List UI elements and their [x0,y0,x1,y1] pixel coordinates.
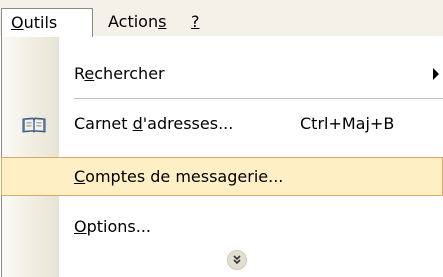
menu-item-options-label: Options... [74,217,151,236]
menu-help-label: ? [191,12,200,31]
menu-outils[interactable]: Outils [1,8,93,38]
menu-item-rechercher-label: Rechercher [74,64,165,83]
menu-item-carnet-adresses[interactable]: Carnet d'adresses... Ctrl+Maj+B [2,104,443,144]
address-book-icon [22,117,46,133]
menu-item-options[interactable]: Options... [2,207,443,247]
menu-item-comptes-messagerie[interactable]: Comptes de messagerie... [1,157,443,196]
menu-outils-mnemonic: O [11,13,24,32]
menu-item-carnet-shortcut: Ctrl+Maj+B [300,114,395,133]
menu-item-carnet-label: Carnet d'adresses... [74,114,234,133]
menu-outils-label: utils [23,13,58,32]
menu-actions-mnemonic: s [158,12,167,31]
menu-separator [74,98,443,99]
menu-help[interactable]: ? [183,8,208,38]
outils-dropdown-menu: Rechercher Carnet d'adresses... Ctrl+Maj… [1,37,443,277]
submenu-arrow-icon [433,68,439,80]
menu-item-comptes-label: Comptes de messagerie... [74,167,284,186]
menu-item-rechercher[interactable]: Rechercher [2,54,443,94]
menu-actions-label: Action [108,12,159,31]
chevron-double-down-icon[interactable] [227,250,247,270]
menu-bar: Outils Actions ? [0,0,443,38]
menu-actions[interactable]: Actions [100,8,174,38]
